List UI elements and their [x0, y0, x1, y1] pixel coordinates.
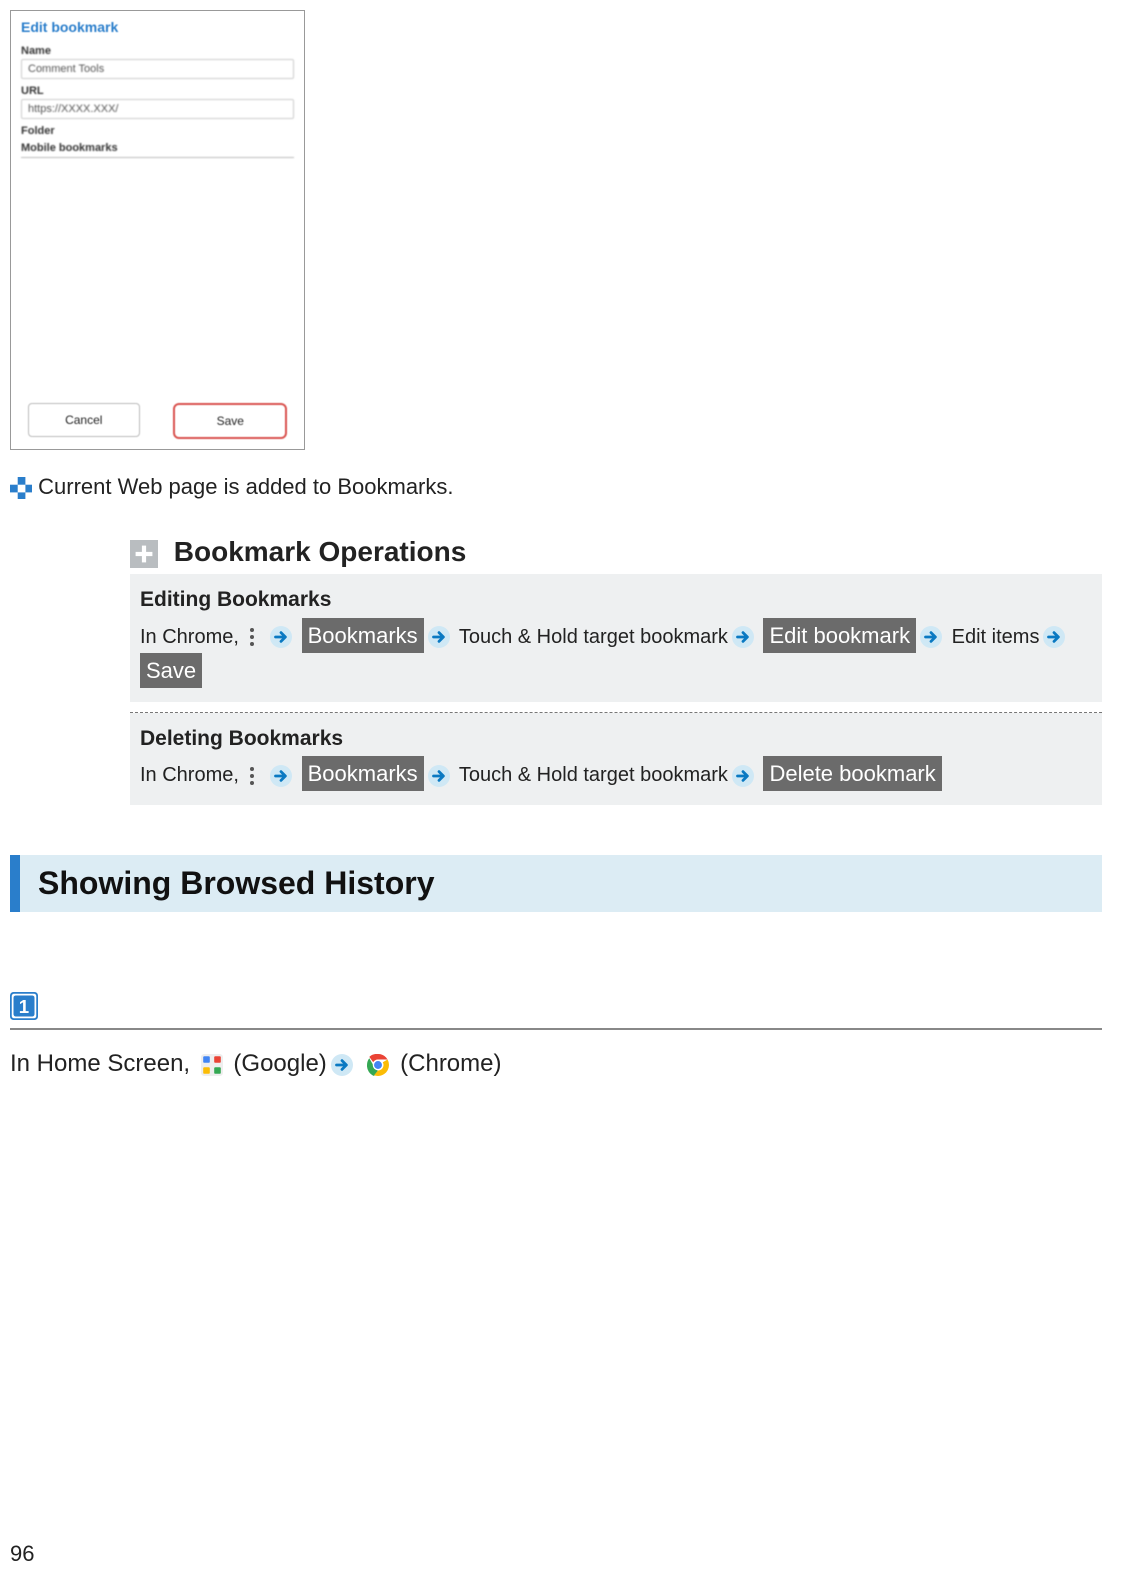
- phone-url-label: URL: [11, 81, 304, 97]
- deleting-bookmarks-subhead: Deleting Bookmarks: [140, 723, 1092, 755]
- phone-titlebar: Edit bookmark: [11, 11, 304, 41]
- plus-icon: [130, 540, 158, 568]
- bookmark-operations-heading: Bookmark Operations: [130, 530, 1102, 574]
- touch-hold-text: Touch & Hold target bookmark: [459, 764, 728, 786]
- prefix-text: In Chrome,: [140, 764, 244, 786]
- edit-items-text: Edit items: [952, 626, 1040, 648]
- arrow-right-icon: [732, 626, 754, 648]
- kebab-menu-icon: [244, 765, 260, 787]
- svg-text:1: 1: [19, 996, 29, 1017]
- phone-folder-value: Mobile bookmarks: [21, 139, 294, 158]
- bookmark-operations-heading-text: Bookmark Operations: [174, 536, 467, 567]
- step-1-google-text: (Google): [233, 1050, 326, 1077]
- step-rule: [10, 1028, 1102, 1030]
- step-number-1-icon: 1: [10, 992, 38, 1020]
- prefix-text: In Chrome,: [140, 626, 244, 648]
- chrome-icon: [367, 1054, 389, 1076]
- arrow-right-icon: [1043, 626, 1065, 648]
- phone-folder-label: Folder: [11, 121, 304, 137]
- result-text: Current Web page is added to Bookmarks.: [38, 474, 453, 499]
- arrow-right-icon: [428, 765, 450, 787]
- result-checker-icon: [10, 477, 32, 499]
- phone-url-value: https://XXXX.XXX/: [21, 99, 294, 119]
- arrow-right-icon: [732, 765, 754, 787]
- deleting-bookmarks-block: Deleting Bookmarks In Chrome, Bookmarks …: [130, 713, 1102, 806]
- kebab-menu-icon: [244, 626, 260, 648]
- arrow-right-icon: [920, 626, 942, 648]
- arrow-right-icon: [270, 626, 292, 648]
- phone-screenshot: Edit bookmark Name Comment Tools URL htt…: [10, 10, 305, 450]
- step-1-prefix: In Home Screen,: [10, 1050, 197, 1077]
- step-1-badge-row: 1: [10, 992, 1102, 1020]
- arrow-right-icon: [270, 765, 292, 787]
- section-heading-history: Showing Browsed History: [10, 855, 1102, 912]
- editing-bookmarks-line: In Chrome, Bookmarks Touch & Hold target…: [140, 618, 1092, 688]
- google-folder-icon: [201, 1054, 223, 1076]
- result-line: Current Web page is added to Bookmarks.: [10, 474, 1102, 500]
- chip-delete-bookmark: Delete bookmark: [763, 756, 941, 791]
- phone-save-button: Save: [173, 403, 287, 439]
- page-number: 96: [10, 1541, 34, 1567]
- step-1-line: In Home Screen, (Google) (Chrome): [10, 1050, 1102, 1078]
- arrow-right-icon: [331, 1054, 353, 1076]
- chip-bookmarks: Bookmarks: [302, 756, 424, 791]
- chip-save: Save: [140, 653, 202, 688]
- editing-bookmarks-subhead: Editing Bookmarks: [140, 584, 1092, 616]
- deleting-bookmarks-line: In Chrome, Bookmarks Touch & Hold target…: [140, 756, 1092, 791]
- phone-name-value: Comment Tools: [21, 59, 294, 79]
- editing-bookmarks-block: Editing Bookmarks In Chrome, Bookmarks T…: [130, 574, 1102, 702]
- bookmark-operations-section: Bookmark Operations Editing Bookmarks In…: [130, 530, 1102, 805]
- touch-hold-text: Touch & Hold target bookmark: [459, 626, 728, 648]
- step-1-chrome-text: (Chrome): [400, 1050, 501, 1077]
- chip-edit-bookmark: Edit bookmark: [763, 618, 916, 653]
- arrow-right-icon: [428, 626, 450, 648]
- phone-cancel-button: Cancel: [28, 403, 140, 437]
- chip-bookmarks: Bookmarks: [302, 618, 424, 653]
- phone-button-row: Cancel Save: [11, 403, 304, 439]
- phone-name-label: Name: [11, 41, 304, 57]
